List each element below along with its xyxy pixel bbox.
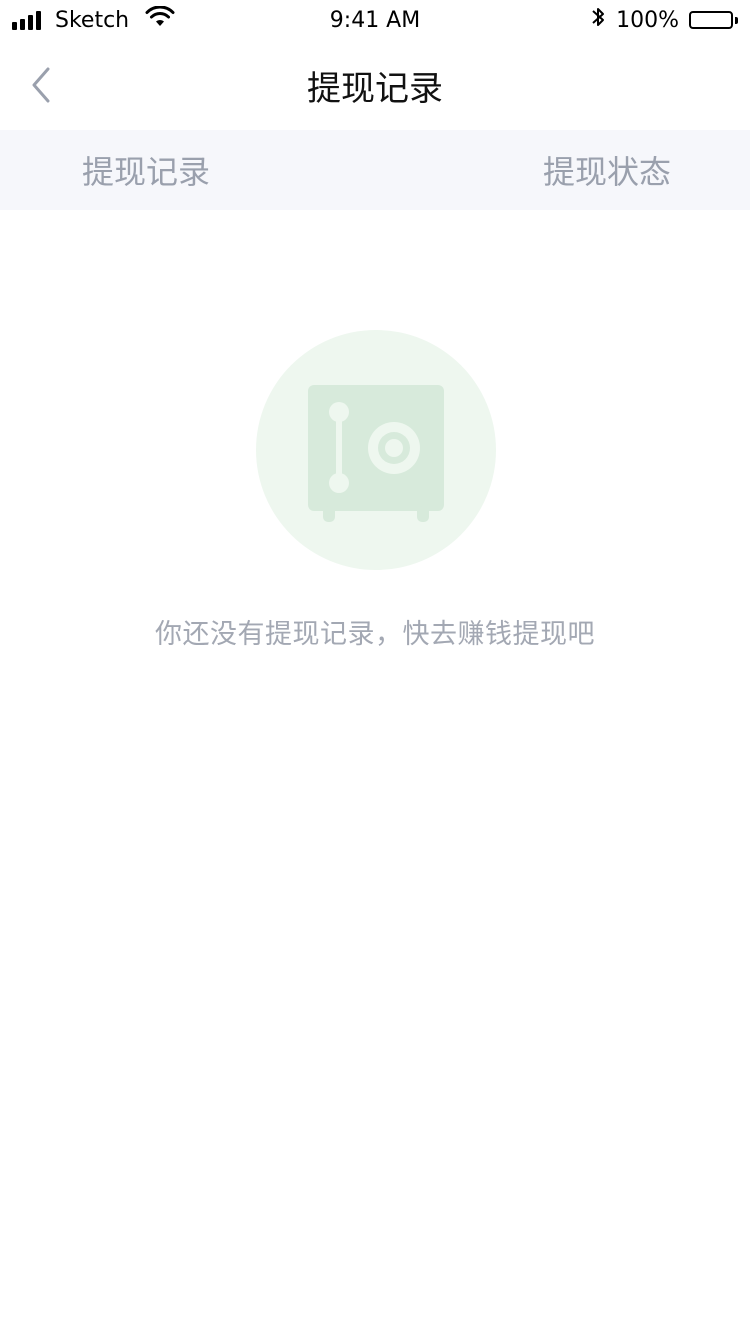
back-button[interactable] [22, 62, 62, 108]
tab-withdraw-records[interactable]: 提现记录 [82, 130, 210, 210]
chevron-left-icon [32, 67, 50, 103]
battery-icon [689, 11, 738, 29]
safe-icon [256, 330, 496, 570]
bluetooth-icon [590, 5, 606, 35]
empty-state-illustration [256, 330, 496, 570]
nav-bar: 提现记录 [0, 40, 750, 130]
battery-percent: 100% [616, 7, 679, 33]
tab-bar: 提现记录 提现状态 [0, 130, 750, 210]
status-left: Sketch [12, 5, 175, 34]
page-title: 提现记录 [307, 68, 443, 109]
carrier-label: Sketch [55, 7, 130, 33]
signal-icon [12, 10, 41, 30]
empty-message: 你还没有提现记录，快去赚钱提现吧 [155, 619, 595, 650]
status-bar: Sketch 9:41 AM 100% [0, 0, 750, 40]
status-right: 100% [590, 5, 738, 35]
wifi-icon [145, 5, 175, 34]
tab-withdraw-status[interactable]: 提现状态 [543, 130, 671, 210]
